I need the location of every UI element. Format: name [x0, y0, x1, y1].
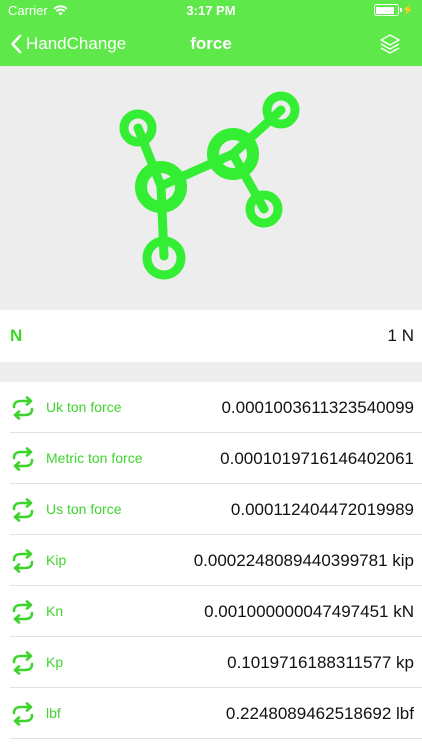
conversion-unit-name: Uk ton force: [46, 399, 122, 415]
conversion-unit-name: Kn: [46, 603, 64, 619]
conversion-value: 0.1019716188311577 kp: [227, 653, 414, 672]
layers-icon[interactable]: [378, 32, 402, 56]
conversion-unit-name: lbf: [46, 705, 61, 721]
conversion-value: 0.0002248089440399781 kip: [193, 551, 414, 570]
list-item[interactable]: Us ton force 0.000112404472019989: [10, 484, 422, 535]
conversion-unit-name: Metric ton force: [46, 450, 143, 466]
base-unit-label: N: [10, 326, 23, 345]
battery-indicator: ⚡: [373, 4, 414, 16]
base-unit-value[interactable]: 1 N: [388, 310, 414, 362]
list-item[interactable]: Metric ton force 0.0001019716146402061: [10, 433, 422, 484]
top-bar: Carrier 3:17 PM ⚡ HandChange force: [0, 0, 422, 66]
conversion-value: 0.2248089462518692 lbf: [225, 704, 414, 723]
swap-arrows-icon: [12, 447, 34, 471]
charging-bolt-icon: ⚡: [401, 4, 414, 16]
molecule-logo-icon: [119, 91, 300, 280]
base-unit-row[interactable]: N 1 N: [0, 310, 422, 362]
conversion-unit-name: Kip: [46, 552, 67, 568]
list-item[interactable]: Uk ton force 0.0001003611323540099: [10, 382, 422, 433]
status-time: 3:17 PM: [186, 3, 236, 18]
swap-arrows-icon: [12, 702, 34, 726]
conversion-unit-name: Us ton force: [46, 501, 122, 517]
list-item[interactable]: lbf 0.2248089462518692 lbf: [10, 688, 422, 739]
conversion-value: 0.0001003611323540099: [221, 398, 414, 417]
swap-arrows-icon: [12, 498, 34, 522]
list-item[interactable]: Kip 0.0002248089440399781 kip: [10, 535, 422, 586]
conversion-value: 0.0001019716146402061: [220, 449, 414, 468]
page-title: force: [190, 34, 232, 53]
conversion-value: 0.000112404472019989: [230, 500, 414, 519]
battery-icon: [373, 4, 402, 16]
section-divider: [0, 362, 422, 382]
hero-banner: [0, 66, 422, 310]
navigation-bar: HandChange force: [0, 22, 422, 66]
list-item[interactable]: Kn 0.001000000047497451 kN: [10, 586, 422, 637]
swap-arrows-icon: [12, 651, 34, 675]
swap-arrows-icon: [12, 549, 34, 573]
conversion-unit-name: Kp: [46, 654, 64, 670]
conversion-list: Uk ton force 0.0001003611323540099 Metri…: [0, 382, 422, 739]
status-bar: Carrier 3:17 PM ⚡: [0, 0, 422, 22]
conversion-value: 0.001000000047497451 kN: [204, 602, 414, 621]
swap-arrows-icon: [12, 600, 34, 624]
swap-arrows-icon: [12, 396, 34, 420]
list-item[interactable]: Kp 0.1019716188311577 kp: [10, 637, 422, 688]
